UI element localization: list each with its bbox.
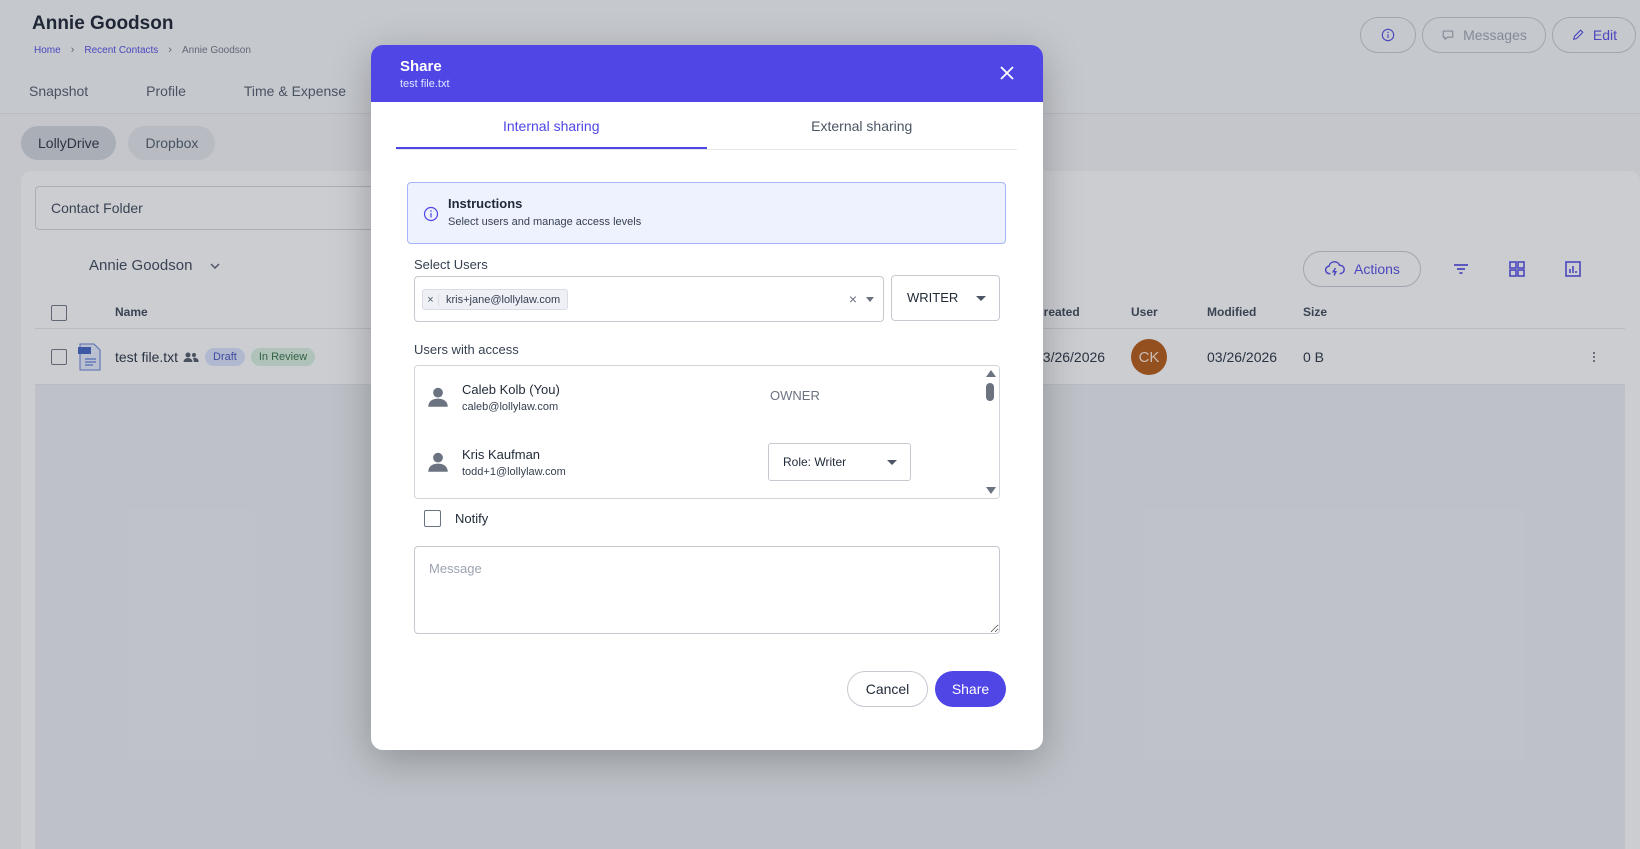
scroll-up-icon[interactable]	[986, 370, 996, 377]
dropdown-arrow-icon[interactable]	[866, 297, 874, 302]
user-name: Kris Kaufman	[462, 447, 541, 462]
user-email: caleb@lollylaw.com	[462, 401, 559, 413]
list-scrollbar[interactable]	[982, 366, 999, 498]
user-name: Caleb Kolb (You)	[462, 382, 560, 397]
scroll-down-icon[interactable]	[986, 487, 996, 494]
modal-header: Share test file.txt	[371, 45, 1043, 102]
selected-user-chip: × kris+jane@lollylaw.com	[422, 289, 569, 310]
user-email: todd+1@lollylaw.com	[462, 466, 566, 478]
list-item: Kris Kaufman todd+1@lollylaw.com Role: W…	[415, 432, 975, 492]
chip-label: kris+jane@lollylaw.com	[446, 293, 561, 306]
user-role-value: Role: Writer	[783, 455, 847, 469]
instructions-banner: Instructions Select users and manage acc…	[407, 182, 1006, 244]
caret-down-icon	[976, 296, 986, 301]
scroll-thumb[interactable]	[986, 383, 994, 401]
select-users-label: Select Users	[414, 257, 488, 272]
modal-subtitle: test file.txt	[400, 78, 450, 90]
notify-checkbox[interactable]	[424, 510, 441, 527]
users-with-access-list[interactable]: Caleb Kolb (You) caleb@lollylaw.com OWNE…	[414, 365, 1000, 499]
user-role-select[interactable]: Role: Writer	[768, 443, 911, 481]
caret-down-icon	[887, 460, 897, 465]
clear-icon[interactable]: ×	[849, 291, 857, 307]
tab-external-sharing[interactable]: External sharing	[707, 102, 1018, 149]
notify-option[interactable]: Notify	[424, 510, 488, 527]
info-icon	[423, 206, 439, 222]
owner-label: OWNER	[770, 388, 820, 403]
modal-title: Share	[400, 58, 442, 75]
select-users-input[interactable]: × kris+jane@lollylaw.com ×	[414, 276, 884, 322]
close-button[interactable]	[997, 63, 1017, 83]
share-button[interactable]: Share	[935, 671, 1006, 707]
person-icon	[428, 387, 448, 407]
cancel-button[interactable]: Cancel	[847, 671, 928, 707]
message-textarea[interactable]	[414, 546, 1000, 634]
tab-internal-sharing[interactable]: Internal sharing	[396, 102, 707, 149]
chip-remove-button[interactable]: ×	[423, 293, 439, 306]
role-select[interactable]: WRITER	[891, 275, 1000, 321]
instructions-text: Select users and manage access levels	[448, 216, 642, 228]
notify-label: Notify	[455, 511, 489, 526]
person-icon	[428, 452, 448, 472]
role-select-value: WRITER	[907, 290, 959, 305]
share-modal: Share test file.txt Internal sharing Ext…	[371, 45, 1043, 750]
share-tabs: Internal sharing External sharing	[396, 102, 1017, 150]
close-icon	[1000, 66, 1014, 80]
users-with-access-label: Users with access	[414, 342, 519, 357]
instructions-title: Instructions	[448, 196, 523, 211]
list-item: Caleb Kolb (You) caleb@lollylaw.com OWNE…	[415, 367, 975, 427]
